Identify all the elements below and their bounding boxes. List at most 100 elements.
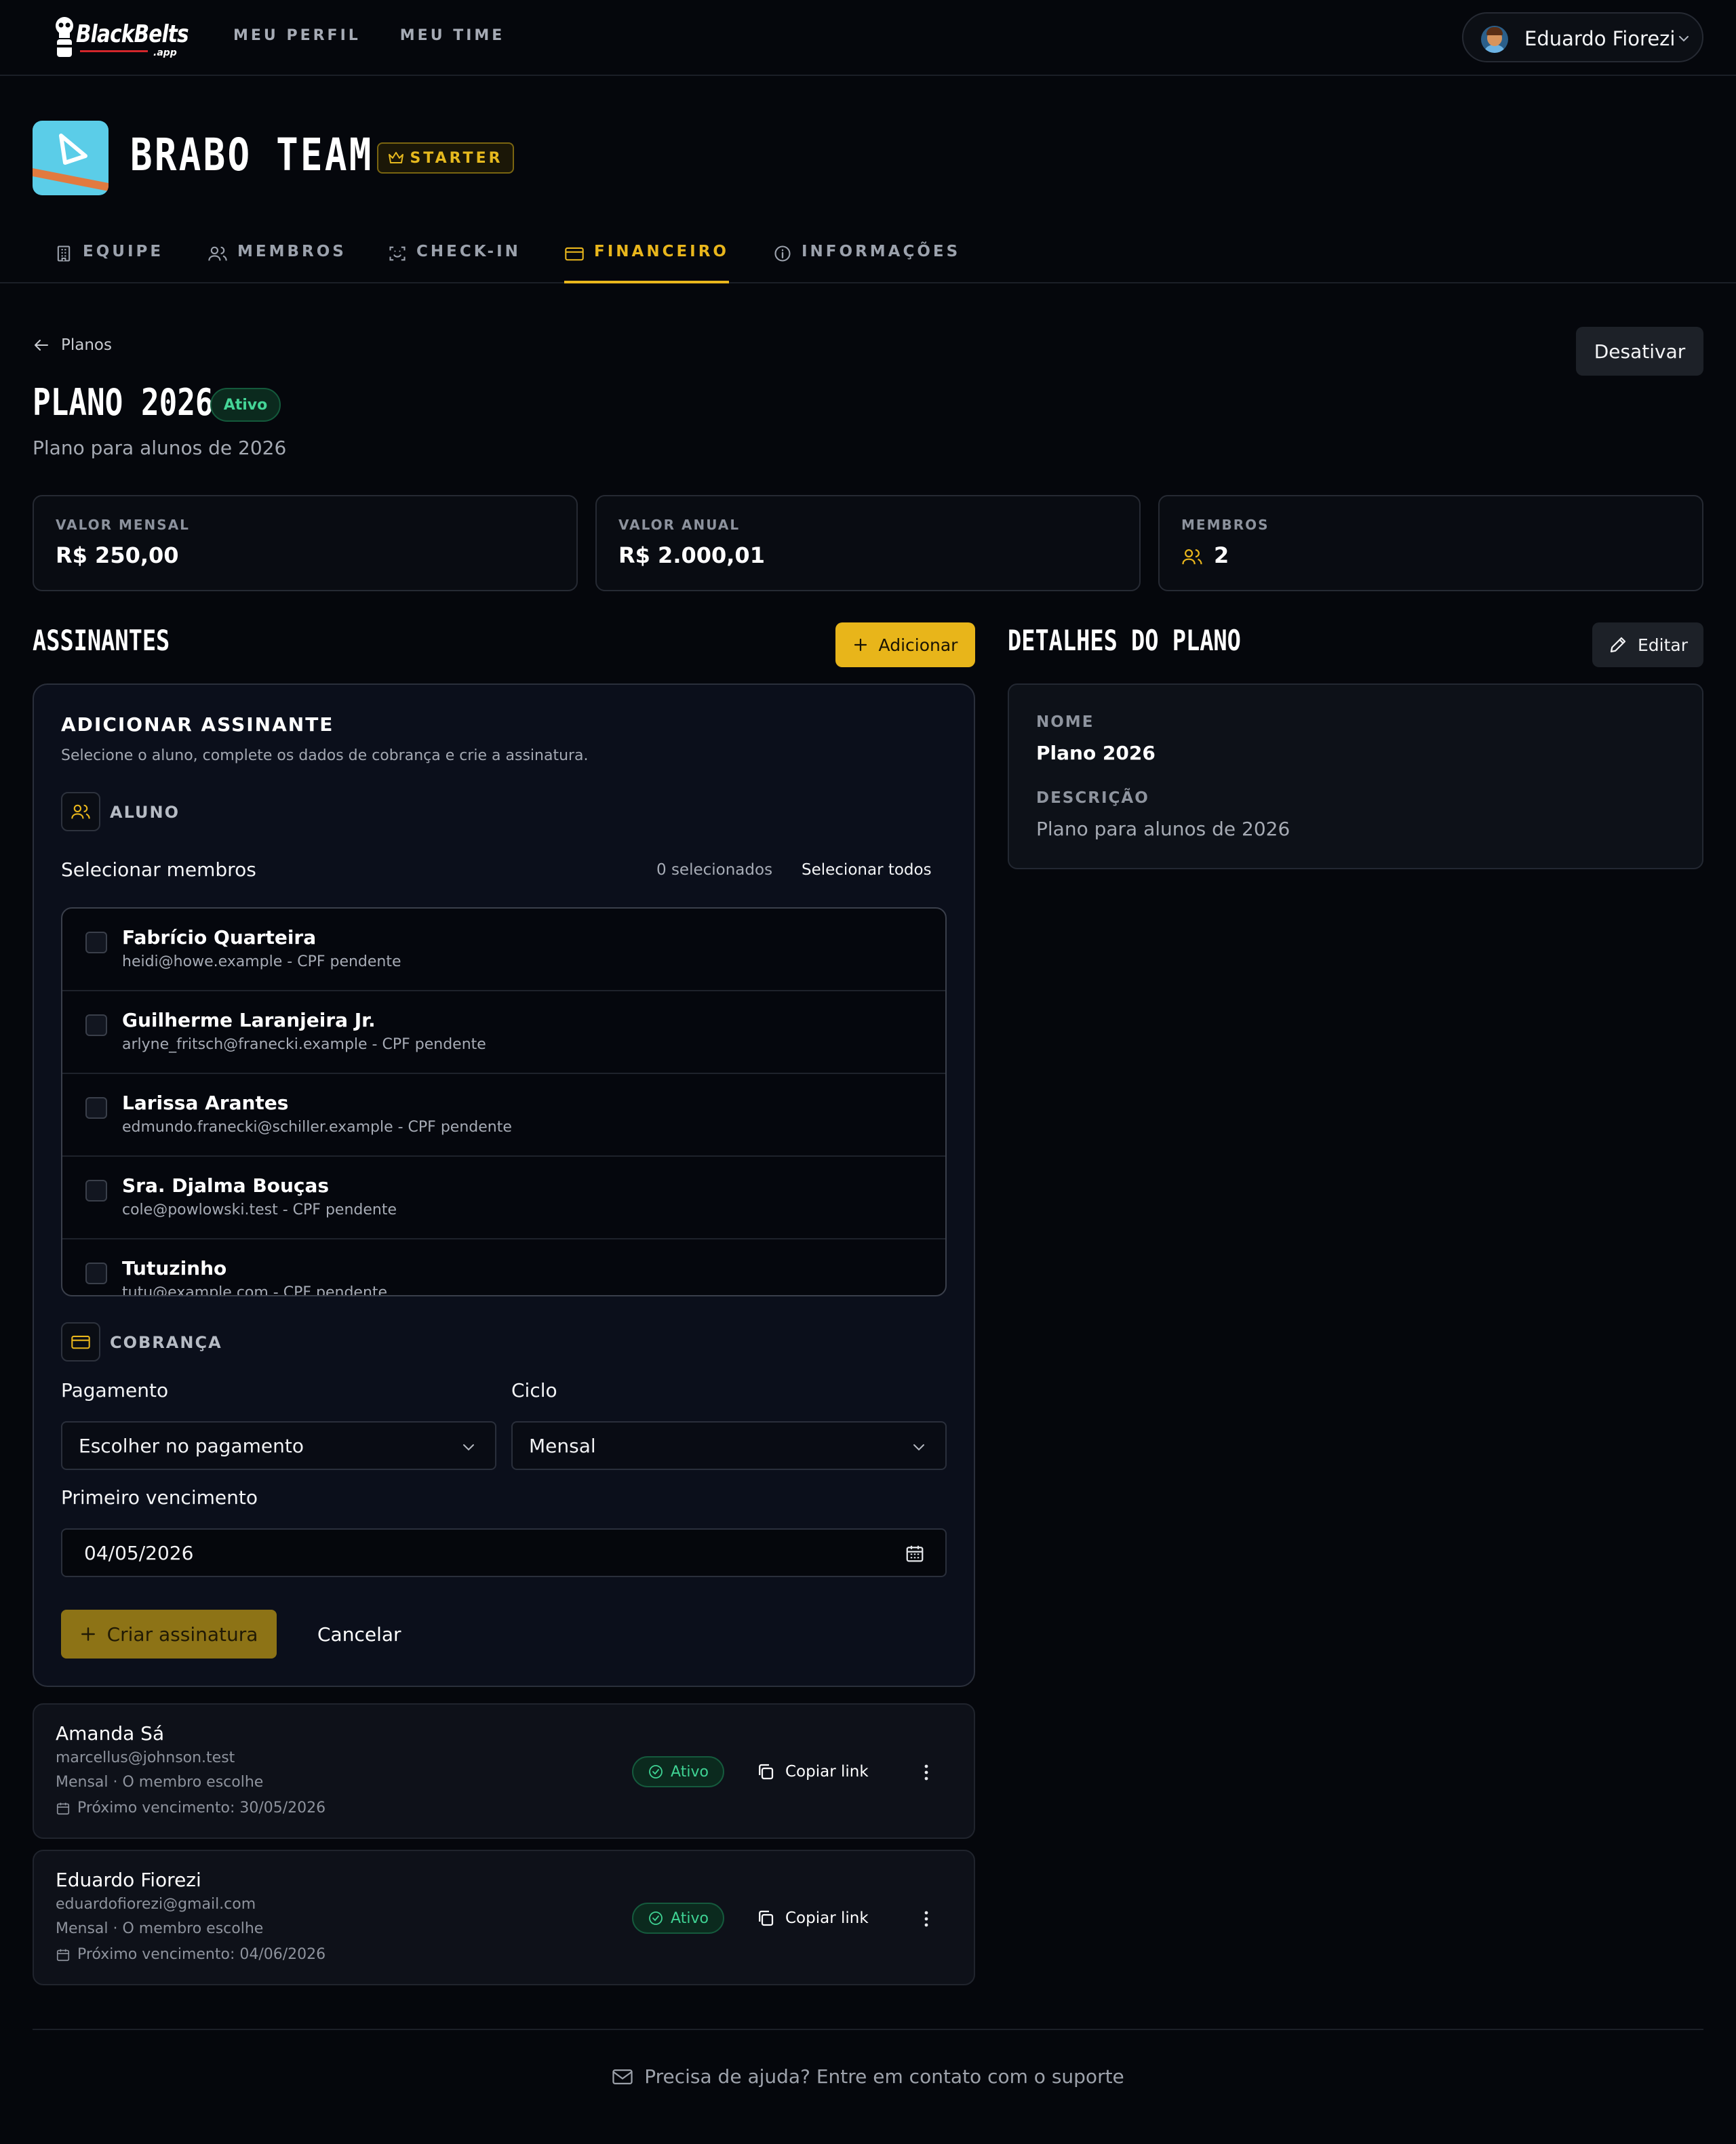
mail-icon <box>612 2069 633 2084</box>
users-icon <box>1182 549 1202 565</box>
page-title: PLANO 2026 <box>33 381 214 424</box>
status-badge: Ativo <box>632 1756 724 1787</box>
user-name: Eduardo Fiorezi <box>1524 27 1676 50</box>
plan-details-title: DETALHES DO PLANO <box>1008 624 1241 657</box>
deactivate-button[interactable]: Desativar <box>1576 327 1703 376</box>
footer-divider <box>33 2029 1703 2030</box>
brand-name: BlackBelts <box>76 20 189 48</box>
pencil-icon <box>1610 637 1626 653</box>
payment-select[interactable]: Escolher no pagamento <box>61 1421 496 1470</box>
chevron-down-icon <box>913 1444 924 1451</box>
add-subscriber-form: ADICIONAR ASSINANTE Selecione o aluno, c… <box>33 683 975 1687</box>
breadcrumb-back[interactable]: Planos <box>33 336 112 354</box>
member-checkbox[interactable] <box>85 932 107 953</box>
users-icon <box>208 246 227 261</box>
support-link[interactable]: Precisa de ajuda? Entre em contato com o… <box>644 2065 1124 2088</box>
status-badge: Ativo <box>210 388 281 422</box>
select-members-label: Selecionar membros <box>61 858 256 881</box>
avatar <box>1481 26 1508 53</box>
cycle-label: Ciclo <box>511 1379 557 1402</box>
plan-subtitle: Plano para alunos de 2026 <box>33 437 287 459</box>
stat-annual-value: VALOR ANUAL R$ 2.000,01 <box>595 495 1141 591</box>
status-badge: Ativo <box>632 1903 724 1934</box>
billing-section-icon <box>61 1322 100 1362</box>
member-checkbox[interactable] <box>85 1263 107 1284</box>
tab-informacoes[interactable]: INFORMAÇÕES <box>773 243 960 283</box>
cycle-select[interactable]: Mensal <box>511 1421 947 1470</box>
crown-icon <box>389 152 404 163</box>
student-section-label: ALUNO <box>110 803 180 822</box>
add-subscriber-button[interactable]: Adicionar <box>835 622 975 667</box>
credit-card-icon <box>565 247 584 261</box>
list-item[interactable]: Larissa Arantes edmundo.franecki@schille… <box>62 1074 945 1157</box>
first-due-date-input[interactable]: 04/05/2026 <box>61 1528 947 1577</box>
tab-financeiro[interactable]: FINANCEIRO <box>564 243 729 283</box>
plan-description-label: DESCRIÇÃO <box>1036 789 1149 807</box>
plus-icon <box>81 1627 95 1641</box>
copy-icon <box>759 1910 774 1926</box>
nav-my-team[interactable]: MEU TIME <box>400 27 505 44</box>
select-all-button[interactable]: Selecionar todos <box>802 861 932 879</box>
support-footer[interactable]: Precisa de ajuda? Entre em contato com o… <box>0 2065 1736 2088</box>
check-circle-icon <box>649 1911 663 1925</box>
calendar-icon <box>56 1949 70 1961</box>
plan-details-card: NOME Plano 2026 DESCRIÇÃO Plano para alu… <box>1008 683 1703 869</box>
top-bar: BlackBelts .app MEU PERFIL MEU TIME Edua… <box>0 0 1736 76</box>
member-checkbox[interactable] <box>85 1180 107 1202</box>
subscribers-title: ASSINANTES <box>33 624 170 657</box>
member-checkbox[interactable] <box>85 1097 107 1119</box>
billing-section-label: COBRANÇA <box>110 1333 222 1352</box>
scan-face-icon <box>389 246 406 261</box>
plan-description-value: Plano para alunos de 2026 <box>1036 818 1290 840</box>
selected-count: 0 selecionados <box>656 861 773 879</box>
list-item[interactable]: Fabrício Quarteira heidi@howe.example - … <box>62 909 945 991</box>
edit-plan-button[interactable]: Editar <box>1592 622 1703 667</box>
chevron-down-icon <box>463 1444 474 1451</box>
users-icon <box>71 804 90 819</box>
member-checkbox[interactable] <box>85 1014 107 1036</box>
copy-link-button[interactable]: Copiar link <box>755 1762 869 1782</box>
list-item[interactable]: Tutuzinho tutu@example.com - CPF pendent… <box>62 1239 945 1295</box>
copy-link-button[interactable]: Copiar link <box>755 1908 869 1928</box>
stat-members: MEMBROS 2 <box>1158 495 1703 591</box>
stat-monthly-value: VALOR MENSAL R$ 250,00 <box>33 495 578 591</box>
team-logo <box>33 121 108 195</box>
subscriber-card: Amanda Sá marcellus@johnson.test Mensal … <box>33 1703 975 1839</box>
brand-underline <box>80 50 148 52</box>
plan-name-value: Plano 2026 <box>1036 742 1156 764</box>
brand-suffix: .app <box>153 47 177 58</box>
team-name: BRABO TEAM <box>130 129 374 181</box>
tab-check-in[interactable]: CHECK-IN <box>388 243 521 283</box>
form-description: Selecione o aluno, complete os dados de … <box>61 747 589 764</box>
tab-equipe[interactable]: EQUIPE <box>54 243 163 283</box>
nav-my-profile[interactable]: MEU PERFIL <box>233 27 361 44</box>
main-nav: MEU PERFIL MEU TIME <box>233 27 505 44</box>
first-due-label: Primeiro vencimento <box>61 1486 258 1509</box>
more-vertical-icon[interactable] <box>920 1909 933 1928</box>
more-vertical-icon[interactable] <box>920 1763 933 1782</box>
list-item[interactable]: Guilherme Laranjeira Jr. arlyne_fritsch@… <box>62 991 945 1074</box>
building-icon <box>57 245 71 262</box>
payment-label: Pagamento <box>61 1379 169 1402</box>
brand-logo[interactable]: BlackBelts .app <box>53 16 189 60</box>
form-title: ADICIONAR ASSINANTE <box>61 713 334 736</box>
plan-tier-label: STARTER <box>410 149 503 167</box>
subscriber-card: Eduardo Fiorezi eduardofiorezi@gmail.com… <box>33 1850 975 1985</box>
plus-icon <box>854 638 867 652</box>
list-item[interactable]: Sra. Djalma Bouças cole@powlowski.test -… <box>62 1157 945 1239</box>
team-logo-icon <box>33 134 108 191</box>
chevron-down-icon <box>1679 36 1689 42</box>
calendar-icon[interactable] <box>905 1543 925 1564</box>
copy-icon <box>759 1764 774 1780</box>
members-list[interactable]: Fabrício Quarteira heidi@howe.example - … <box>61 907 947 1296</box>
check-circle-icon <box>649 1765 663 1779</box>
create-subscription-button[interactable]: Criar assinatura <box>61 1610 277 1659</box>
cancel-button[interactable]: Cancelar <box>317 1623 401 1646</box>
tab-membros[interactable]: MEMBROS <box>208 243 347 283</box>
user-menu[interactable]: Eduardo Fiorezi <box>1462 12 1703 62</box>
plan-tier-badge: STARTER <box>377 142 514 174</box>
breadcrumb-label: Planos <box>61 336 112 354</box>
student-section-icon <box>61 792 100 831</box>
calendar-icon <box>56 1802 70 1814</box>
info-icon <box>774 245 791 262</box>
